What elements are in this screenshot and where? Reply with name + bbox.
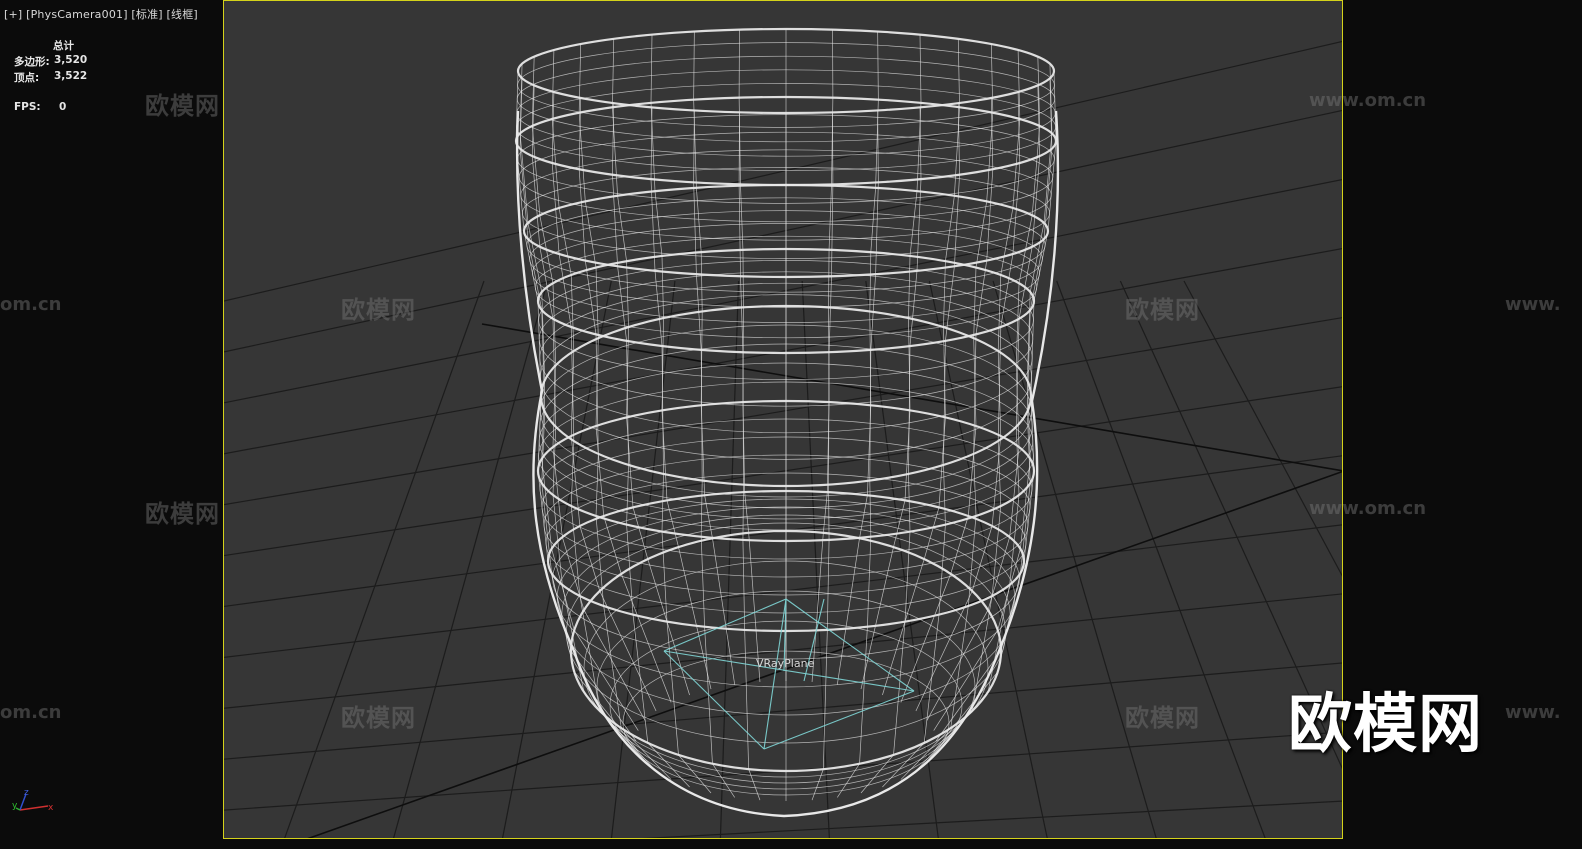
watermark-url: www. (1505, 294, 1561, 315)
stats-fps-value: 0 (59, 101, 67, 113)
axis-x-label: x (48, 803, 54, 813)
stats-vertices-label: 顶点: (14, 72, 40, 84)
wireframe-scene[interactable]: VRayPlane (224, 1, 1343, 839)
viewport-root[interactable]: [+] [PhysCamera001] [标准] [线框] 总计 多边形: 3,… (0, 0, 1582, 849)
watermark-brand: 欧模网 (145, 500, 220, 528)
viewport-label-bar: [+] [PhysCamera001] [标准] [线框] (4, 6, 198, 22)
viewport-camera-label[interactable]: [PhysCamera001] (26, 8, 128, 21)
ground-grid (224, 40, 1342, 838)
viewport-menu-plus[interactable]: [+] (4, 8, 22, 21)
stats-vertices-value: 3,522 (54, 70, 88, 82)
viewport-shading-label[interactable]: [标准] (131, 8, 162, 21)
axis-z-label: z (24, 788, 29, 798)
stats-fps-label: FPS: (14, 101, 41, 113)
watermark-url: www. (1505, 702, 1561, 723)
viewport-mode-label[interactable]: [线框] (167, 8, 198, 21)
stats-polygons-value: 3,520 (54, 54, 88, 66)
stats-polygons-label: 多边形: (14, 56, 50, 68)
axis-gizmo-icon: x z y (12, 788, 54, 813)
axis-y-label: y (12, 801, 18, 811)
watermark-brand: 欧模网 (145, 92, 220, 120)
watermark-url: om.cn (0, 702, 62, 723)
brand-logo-watermark: 欧模网 (1288, 688, 1483, 762)
stats-header: 总计 (53, 40, 74, 52)
safe-frame[interactable]: VRayPlane (223, 0, 1343, 839)
watermark-url: om.cn (0, 294, 62, 315)
vray-plane-label: VRayPlane (756, 657, 815, 670)
cylinder-wireframe-mesh[interactable] (514, 27, 1060, 818)
